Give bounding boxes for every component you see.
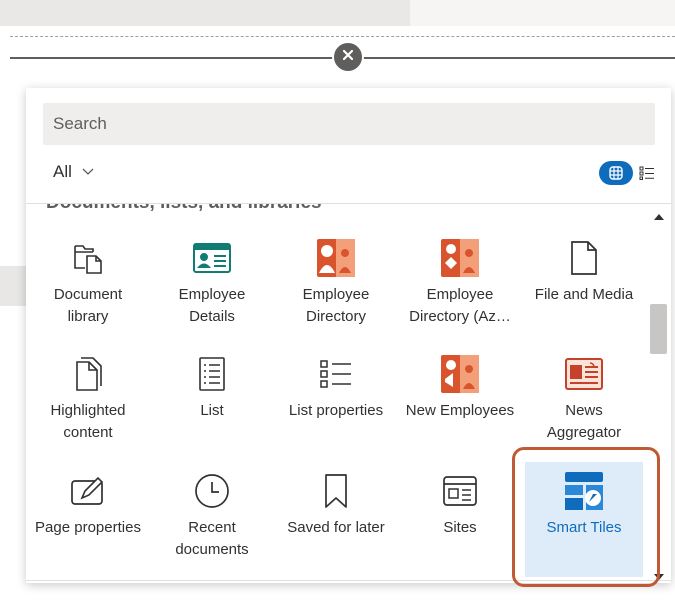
tile-label: Page properties [35,519,141,536]
file-icon [529,237,639,279]
page-header-background [0,0,675,26]
tile-label: Employee Details [178,286,246,325]
background-strip [0,266,26,306]
tile-document-library[interactable]: Document library [33,229,143,344]
tile-label: Smart Tiles [546,519,622,536]
tile-label: News Aggregator [546,402,622,441]
vertical-scrollbar[interactable] [648,204,671,583]
tile-label: Recent documents [175,519,249,558]
section-dashed-border [10,36,675,37]
list-properties-icon [281,353,391,395]
tile-saved-for-later[interactable]: Saved for later [281,462,391,577]
list-view-toggle[interactable] [638,164,656,182]
search-input[interactable]: Search [43,103,655,145]
list-view-icon [639,166,654,180]
tile-label: List [200,402,224,419]
close-icon [342,48,354,66]
sites-icon [405,470,515,512]
tile-employee-details[interactable]: Employee Details [157,229,267,344]
page-properties-icon [33,470,143,512]
employee-directory-azure-icon [405,237,515,279]
tile-label: Highlighted content [50,402,126,441]
tile-list-properties[interactable]: List properties [281,345,391,460]
tile-label: Employee Directory [302,286,370,325]
header-shade [410,0,675,26]
web-part-grid: Documents, lists, and libraries Document… [26,204,671,583]
tile-recent-documents[interactable]: Recent documents [157,462,267,577]
tile-employee-directory[interactable]: Employee Directory [281,229,391,344]
tile-file-and-media[interactable]: File and Media [529,229,639,344]
tile-label: List properties [288,402,384,419]
tile-news-aggregator[interactable]: News Aggregator [529,345,639,460]
filter-label: All [53,162,72,181]
tile-label: Document library [53,286,123,325]
scroll-up-arrow-icon[interactable] [654,214,664,220]
tile-highlighted-content[interactable]: Highlighted content [33,345,143,460]
panel-bottom-divider [26,580,671,581]
tile-label: New Employees [405,402,515,419]
tile-list[interactable]: List [157,345,267,460]
tile-page-properties[interactable]: Page properties [33,462,143,577]
tile-label: File and Media [534,286,634,303]
highlighted-content-icon [33,353,143,395]
category-filter-dropdown[interactable]: All [53,160,94,184]
close-toolbox-button[interactable] [332,41,364,73]
tile-smart-tiles[interactable]: Smart Tiles [525,462,643,577]
tile-sites[interactable]: Sites [405,462,515,577]
employee-directory-icon [281,237,391,279]
tile-label: Employee Directory (Az… [409,286,511,325]
document-library-icon [33,237,143,279]
tile-employee-directory-azure[interactable]: Employee Directory (Az… [405,229,515,344]
web-part-toolbox: Search All Documents, lists, and librari… [26,88,671,583]
tile-label: Saved for later [287,519,385,536]
employee-details-icon [157,237,267,279]
tile-label: Sites [443,519,477,536]
smart-tiles-icon [525,470,643,512]
chevron-down-icon [82,168,94,175]
search-placeholder: Search [53,114,107,133]
grid-view-toggle[interactable] [599,161,633,185]
bookmark-icon [281,470,391,512]
tile-new-employees[interactable]: New Employees [405,345,515,460]
new-employees-icon [405,353,515,395]
section-title: Documents, lists, and libraries [46,204,322,214]
clock-icon [157,470,267,512]
list-icon [157,353,267,395]
news-aggregator-icon [529,353,639,395]
grid-icon [609,166,623,180]
scrollbar-thumb[interactable] [650,304,667,354]
